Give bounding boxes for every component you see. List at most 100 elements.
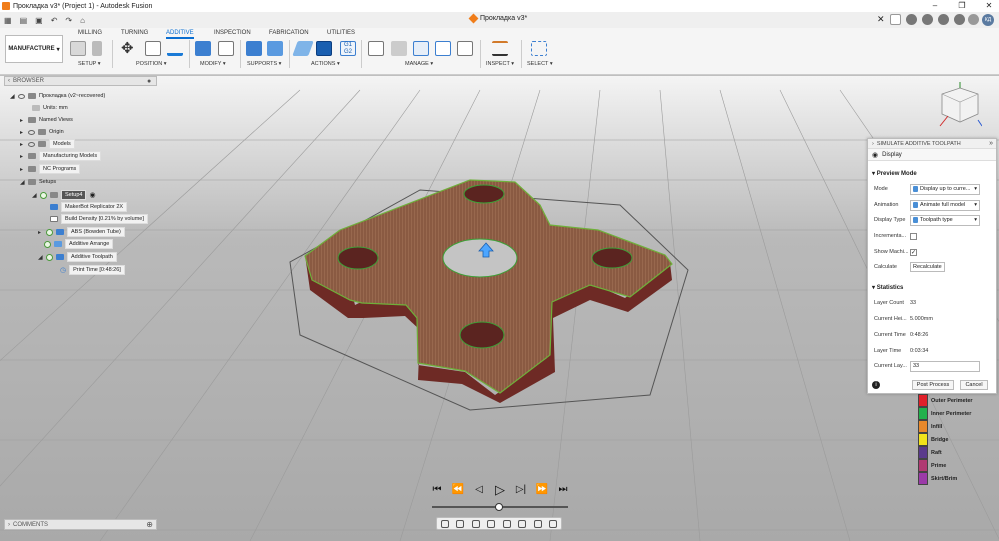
- collapse-icon[interactable]: ‹: [8, 78, 10, 84]
- tree-item-additive-toolpath[interactable]: ◢ Additive Toolpath: [38, 252, 117, 262]
- notifications-icon[interactable]: [938, 14, 949, 25]
- workspace-switcher[interactable]: MANUFACTURE ▾: [5, 35, 63, 63]
- manage-group[interactable]: MANAGE ▾: [405, 61, 433, 67]
- tree-item-build-density[interactable]: Build Density [0.21% by volume]: [50, 214, 148, 224]
- current-layer-input[interactable]: 33: [910, 360, 980, 372]
- modify-group[interactable]: MODIFY ▾: [200, 61, 226, 67]
- expand-arrow-icon[interactable]: ▸: [20, 153, 25, 160]
- visibility-eye-icon[interactable]: [28, 129, 35, 135]
- preview-mode-section[interactable]: ▾ Preview Mode: [872, 170, 917, 177]
- volume-support-icon[interactable]: [246, 41, 262, 56]
- tree-item-setups[interactable]: ◢ Setups: [20, 177, 56, 187]
- simulate-panel-header[interactable]: › SIMULATE ADDITIVE TOOLPATH »: [868, 139, 996, 149]
- file-menu-icon[interactable]: ▤: [16, 16, 32, 25]
- step-forward-icon[interactable]: ⏩: [535, 483, 549, 497]
- cancel-button[interactable]: Cancel: [960, 380, 988, 390]
- inspect-group[interactable]: INSPECT ▾: [486, 61, 514, 67]
- orbit-icon[interactable]: [440, 519, 449, 528]
- grid-menu-icon[interactable]: ▦: [0, 16, 16, 25]
- timeline-slider-handle[interactable]: [495, 503, 503, 511]
- next-frame-icon[interactable]: ▷|: [514, 483, 528, 497]
- incremental-checkbox[interactable]: [910, 232, 917, 240]
- viewports-icon[interactable]: [549, 519, 558, 528]
- account-icon[interactable]: [968, 14, 979, 25]
- actions-group[interactable]: ACTIONS ▾: [311, 61, 340, 67]
- tab-utilities[interactable]: UTILITIES: [327, 30, 355, 36]
- tab-display[interactable]: Display: [882, 152, 902, 158]
- browser-pin-icon[interactable]: ●: [147, 78, 151, 85]
- measure-icon[interactable]: [492, 41, 508, 56]
- mode-dropdown[interactable]: Display up to curre... ▾: [910, 183, 980, 195]
- visibility-eye-icon[interactable]: [28, 141, 35, 147]
- animation-dropdown[interactable]: Animate full model ▾: [910, 199, 980, 211]
- home-icon[interactable]: ⌂: [76, 16, 89, 25]
- redo-icon[interactable]: ↷: [61, 16, 76, 25]
- collapse-arrow-icon[interactable]: ◢: [10, 93, 15, 100]
- go-to-start-icon[interactable]: ⏮: [430, 483, 444, 497]
- move-icon[interactable]: ✥: [121, 41, 137, 56]
- expand-arrow-icon[interactable]: ▸: [20, 117, 25, 124]
- visibility-eye-icon[interactable]: [18, 93, 25, 99]
- recalculate-button[interactable]: Recalculate: [910, 262, 945, 272]
- browser-header[interactable]: ‹ BROWSER ●: [4, 76, 157, 86]
- go-to-end-icon[interactable]: ⏭: [556, 483, 570, 497]
- help-icon[interactable]: [954, 14, 965, 25]
- post-library-icon[interactable]: [435, 41, 451, 56]
- bar-support-icon[interactable]: [267, 41, 283, 56]
- look-at-icon[interactable]: [456, 519, 465, 528]
- grid-settings-icon[interactable]: [533, 519, 542, 528]
- previous-frame-icon[interactable]: ◁: [472, 483, 486, 497]
- simulate-icon[interactable]: [316, 41, 332, 56]
- step-back-icon[interactable]: ⏪: [451, 483, 465, 497]
- display-type-dropdown[interactable]: Toolpath type ▾: [910, 214, 980, 226]
- tab-close-icon[interactable]: ✕: [877, 14, 885, 25]
- panel-collapse-icon[interactable]: ›: [872, 141, 874, 147]
- tree-item-setup4[interactable]: ◢ Setup4 ◉: [32, 190, 96, 200]
- build-parameters-icon[interactable]: [195, 41, 211, 56]
- tab-inspection[interactable]: INSPECTION: [214, 30, 251, 36]
- collapse-icon[interactable]: ›: [8, 522, 10, 528]
- collapse-arrow-icon[interactable]: ◢: [20, 179, 25, 186]
- template-library-icon[interactable]: [413, 41, 429, 56]
- setup-icon[interactable]: [70, 41, 86, 56]
- collapse-arrow-icon[interactable]: ◢: [32, 192, 37, 199]
- tree-root[interactable]: ◢ Прокладка (v2~recovered): [10, 91, 105, 101]
- undo-icon[interactable]: ↶: [47, 16, 62, 25]
- supports-group[interactable]: SUPPORTS ▾: [247, 61, 281, 67]
- statistics-section[interactable]: ▾ Statistics: [872, 284, 903, 291]
- post-process-icon[interactable]: G1 G2: [340, 41, 356, 56]
- save-icon[interactable]: ▣: [31, 16, 47, 25]
- play-icon[interactable]: ▷: [493, 483, 507, 497]
- position-group[interactable]: POSITION ▾: [136, 61, 167, 67]
- comments-panel[interactable]: › COMMENTS ⊕: [4, 519, 157, 530]
- print-settings-library-icon[interactable]: [457, 41, 473, 56]
- document-tab[interactable]: Прокладка v3*: [468, 13, 527, 24]
- expand-arrow-icon[interactable]: ▸: [20, 129, 25, 136]
- pan-icon[interactable]: [471, 519, 480, 528]
- zoom-icon[interactable]: [487, 519, 496, 528]
- edit-settings-icon[interactable]: [218, 41, 234, 56]
- post-process-button[interactable]: Post Process: [912, 380, 954, 390]
- tree-item-manufacturing-models[interactable]: ▸ Manufacturing Models: [20, 151, 102, 161]
- collapse-arrow-icon[interactable]: ◢: [38, 254, 43, 261]
- tree-item-nc-programs[interactable]: ▸ NC Programs: [20, 164, 81, 174]
- maximize-button[interactable]: ❐: [953, 0, 971, 12]
- tree-item-units[interactable]: Units: mm: [32, 103, 68, 113]
- new-tab-icon[interactable]: [890, 14, 901, 25]
- tree-item-models[interactable]: ▸ Models: [20, 139, 75, 149]
- extensions-icon[interactable]: [906, 14, 917, 25]
- generate-icon[interactable]: [292, 41, 314, 56]
- tab-additive[interactable]: ADDITIVE: [166, 30, 194, 39]
- tree-item-named-views[interactable]: ▸ Named Views: [20, 115, 73, 125]
- user-avatar[interactable]: КД: [982, 14, 994, 26]
- show-machine-checkbox[interactable]: ✓: [910, 248, 917, 256]
- info-icon[interactable]: i: [872, 381, 880, 389]
- tree-item-material[interactable]: ▸ ABS (Bowden Tube): [38, 227, 125, 237]
- job-status-icon[interactable]: [922, 14, 933, 25]
- drop-to-platform-icon[interactable]: [167, 41, 183, 56]
- tab-turning[interactable]: TURNING: [121, 30, 148, 36]
- expand-arrow-icon[interactable]: ▸: [20, 141, 25, 148]
- select-group[interactable]: SELECT ▾: [527, 61, 553, 67]
- tree-item-machine[interactable]: MakerBot Replicator 2X: [50, 202, 128, 212]
- add-comment-icon[interactable]: ⊕: [146, 520, 153, 529]
